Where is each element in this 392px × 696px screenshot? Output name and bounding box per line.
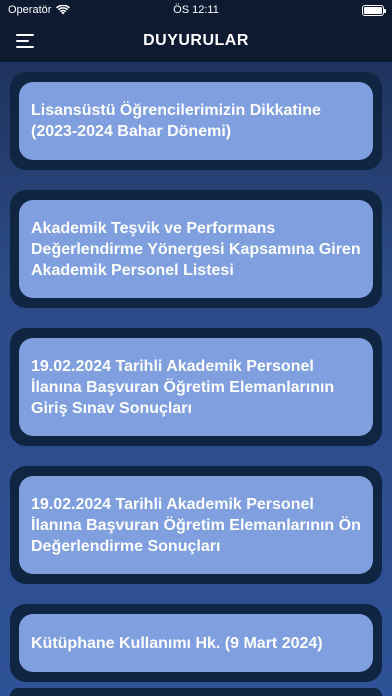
announcement-card: Kütüphane Kullanımı Hk. (9 Mart 2024) <box>10 604 382 682</box>
announcement-title: Kütüphane Kullanımı Hk. (9 Mart 2024) <box>31 634 323 652</box>
nav-bar: DUYURULAR <box>0 20 392 62</box>
announcement-card: 19.02.2024 Tarihli Akademik Personel İla… <box>10 466 382 584</box>
status-right <box>362 4 386 16</box>
carrier-label: Operatör <box>8 4 52 16</box>
announcement-item[interactable]: Akademik Teşvik ve Performans Değerlendi… <box>19 200 373 298</box>
announcement-item[interactable]: Kütüphane Kullanımı Hk. (9 Mart 2024) <box>19 614 373 672</box>
announcement-card: Akademik Teşvik ve Performans Değerlendi… <box>10 190 382 308</box>
status-left: Operatör <box>8 4 71 16</box>
next-card-edge <box>10 688 382 696</box>
page-title: DUYURULAR <box>143 32 249 49</box>
announcement-item[interactable]: 19.02.2024 Tarihli Akademik Personel İla… <box>19 338 373 436</box>
status-bar: Operatör ÖS 12:11 <box>0 0 392 20</box>
announcement-item[interactable]: Lisansüstü Öğrencilerimizin Dikkatine (2… <box>19 82 373 160</box>
announcement-list: Lisansüstü Öğrencilerimizin Dikkatine (2… <box>0 62 392 682</box>
announcement-item[interactable]: 19.02.2024 Tarihli Akademik Personel İla… <box>19 476 373 574</box>
hamburger-menu-icon[interactable] <box>14 30 36 52</box>
announcement-title: 19.02.2024 Tarihli Akademik Personel İla… <box>31 357 335 417</box>
announcement-title: 19.02.2024 Tarihli Akademik Personel İla… <box>31 495 361 555</box>
announcement-card: Lisansüstü Öğrencilerimizin Dikkatine (2… <box>10 72 382 170</box>
announcement-title: Lisansüstü Öğrencilerimizin Dikkatine (2… <box>31 102 321 140</box>
announcement-title: Akademik Teşvik ve Performans Değerlendi… <box>31 219 361 279</box>
announcement-card: 19.02.2024 Tarihli Akademik Personel İla… <box>10 328 382 446</box>
battery-icon <box>362 4 386 16</box>
wifi-icon <box>56 5 71 15</box>
